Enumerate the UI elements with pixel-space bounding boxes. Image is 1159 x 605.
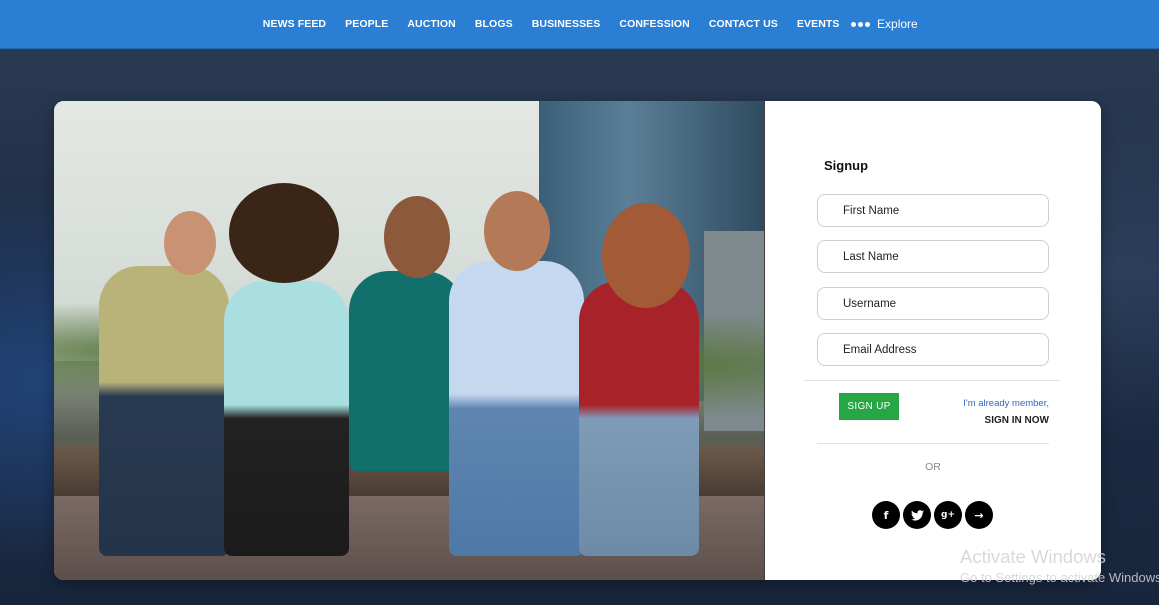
twitter-icon[interactable]: [903, 501, 931, 529]
social-buttons: f g+ →: [872, 501, 993, 529]
or-separator: OR: [925, 461, 941, 473]
arrow-right-icon[interactable]: →: [965, 501, 993, 529]
nav-news-feed[interactable]: NEWS FEED: [253, 18, 335, 30]
last-name-input[interactable]: [817, 240, 1049, 273]
photo-person-2: [224, 281, 349, 556]
photo-head-5: [602, 203, 690, 308]
already-member-text: I'm already member,: [963, 398, 1049, 409]
watermark-title: Activate Windows: [960, 546, 1106, 567]
nav-events[interactable]: EVENTS: [787, 18, 849, 30]
nav-businesses[interactable]: BUSINESSES: [522, 18, 610, 30]
nav-confession[interactable]: CONFESSION: [610, 18, 699, 30]
explore-menu[interactable]: Explore: [851, 17, 918, 31]
photo-person-5: [579, 281, 699, 556]
signup-card: Signup SIGN UP I'm already member, SIGN …: [54, 101, 1101, 580]
signup-panel: Signup SIGN UP I'm already member, SIGN …: [765, 101, 1101, 580]
explore-label: Explore: [877, 17, 918, 31]
watermark-subtitle: Go to Settings to activate Windows.: [960, 570, 1159, 585]
more-dots-icon: [851, 21, 871, 27]
nav-contact-us[interactable]: CONTACT US: [699, 18, 787, 30]
username-input[interactable]: [817, 287, 1049, 320]
signup-button[interactable]: SIGN UP: [839, 393, 899, 420]
photo-person-3: [349, 271, 464, 471]
signup-title: Signup: [824, 158, 869, 173]
twitter-bird-icon: [910, 509, 924, 521]
photo-head-4: [484, 191, 550, 271]
photo-person-4: [449, 261, 584, 556]
nav-menu: NEWS FEED PEOPLE AUCTION BLOGS BUSINESSE…: [253, 17, 918, 31]
photo-head-2: [229, 183, 339, 283]
sign-in-link[interactable]: SIGN IN NOW: [985, 415, 1049, 426]
photo-person-1: [99, 266, 229, 556]
top-navbar: NEWS FEED PEOPLE AUCTION BLOGS BUSINESSE…: [0, 0, 1159, 49]
form-divider-bottom: [817, 443, 1049, 444]
form-divider-top: [804, 380, 1060, 381]
photo-head-1: [164, 211, 216, 275]
windows-activation-watermark: Activate Windows Go to Settings to activ…: [960, 546, 1159, 585]
hero-photo: [54, 101, 764, 580]
nav-auction[interactable]: AUCTION: [398, 18, 466, 30]
first-name-input[interactable]: [817, 194, 1049, 227]
nav-people[interactable]: PEOPLE: [336, 18, 398, 30]
nav-blogs[interactable]: BLOGS: [465, 18, 522, 30]
google-plus-icon[interactable]: g+: [934, 501, 962, 529]
facebook-icon[interactable]: f: [872, 501, 900, 529]
email-input[interactable]: [817, 333, 1049, 366]
photo-head-3: [384, 196, 450, 278]
